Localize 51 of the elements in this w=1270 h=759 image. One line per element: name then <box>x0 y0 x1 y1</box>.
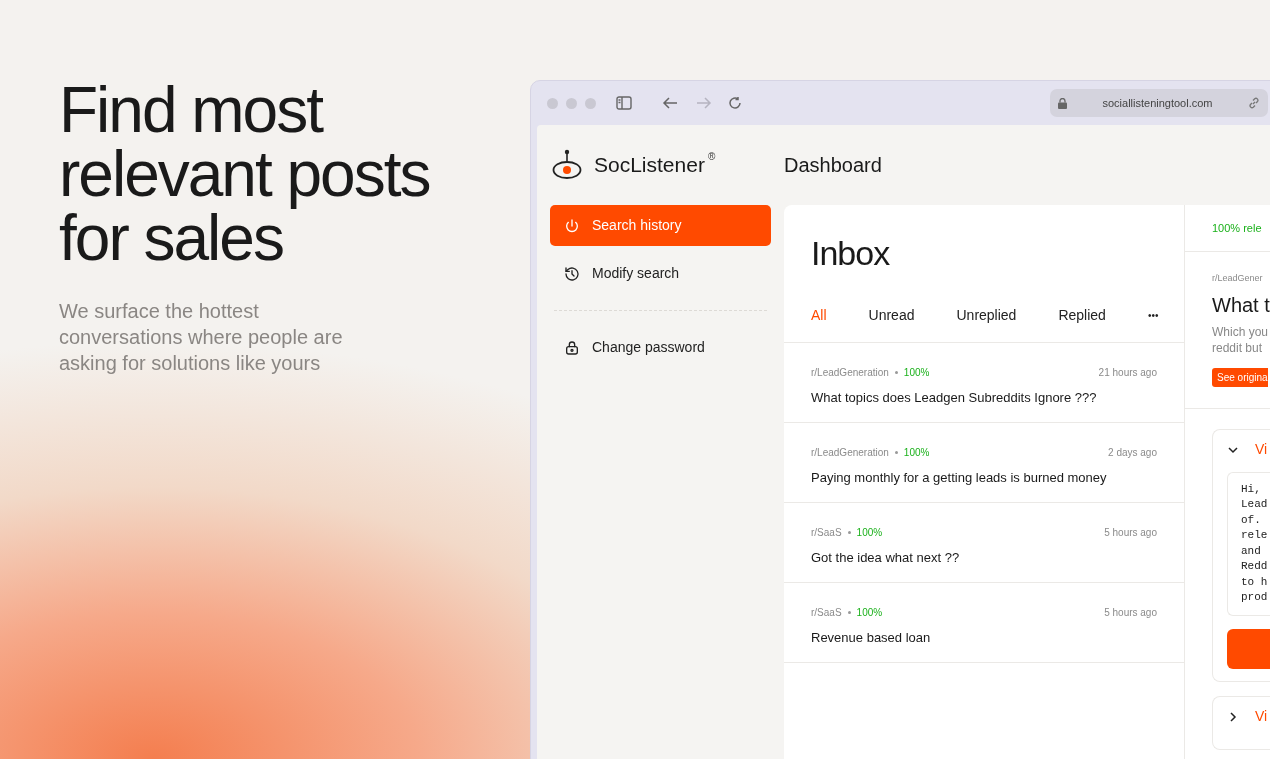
link-icon[interactable] <box>1248 97 1260 109</box>
hero-subtitle: We surface the hottest conversations where people are asking for solutions like yours <box>59 299 344 376</box>
reply-text-box[interactable]: Hi, Lead of. rele and Redd to h prod <box>1227 471 1270 616</box>
post-title: Revenue based loan <box>811 629 932 647</box>
post-heading: What t <box>1212 292 1270 318</box>
filter-tab[interactable]: Unreplied <box>956 305 1017 326</box>
forward-arrow-icon[interactable] <box>696 96 712 110</box>
filter-tab[interactable]: Replied <box>1058 305 1106 326</box>
post-time: 2 days ago <box>1108 446 1157 460</box>
filter-tab[interactable]: Unread <box>868 305 915 326</box>
relevance-score: 100% <box>856 526 883 540</box>
relevance-text: 100% rele <box>1212 220 1262 236</box>
sidebar-item[interactable]: Modify search <box>550 253 771 294</box>
subreddit-label: r/LeadGeneration <box>811 366 889 380</box>
sidebar-item[interactable]: Change password <box>550 327 771 368</box>
subreddit-label: r/LeadGeneration <box>811 446 889 460</box>
brand-name: SocListener <box>594 152 705 179</box>
sidebar-toggle-icon[interactable] <box>616 96 632 110</box>
subreddit-label: r/SaaS <box>811 606 842 620</box>
relevance-score: 100% <box>856 606 883 620</box>
history-icon <box>564 265 580 282</box>
send-button[interactable] <box>1227 628 1270 669</box>
address-bar[interactable]: sociallisteningtool.com <box>1050 89 1268 117</box>
relevance-score: 100% <box>903 366 930 380</box>
post-row[interactable]: r/SaaS 100% 5 hours ago Revenue based loan <box>784 583 1184 663</box>
subreddit-label: r/SaaS <box>811 526 842 540</box>
power-icon <box>564 217 580 234</box>
logo-icon <box>552 149 582 181</box>
post-time: 21 hours ago <box>1098 366 1157 380</box>
post-time: 5 hours ago <box>1104 526 1157 540</box>
post-row[interactable]: r/SaaS 100% 5 hours ago Got the idea what next ?? <box>784 503 1184 583</box>
post-title: What topics does Leadgen Subreddits Ignore ??? <box>811 389 1098 407</box>
subreddit-label: r/LeadGener <box>1212 272 1264 285</box>
back-arrow-icon[interactable] <box>662 96 678 110</box>
relevance-score: 100% <box>903 446 930 460</box>
post-title: Got the idea what next ?? <box>811 549 961 567</box>
page-title: Dashboard <box>784 153 882 178</box>
post-row[interactable]: r/LeadGeneration 100% 2 days ago Paying monthly for a getting leads is burned money <box>784 423 1184 503</box>
inbox-title: Inbox <box>810 233 891 273</box>
post-time: 5 hours ago <box>1104 606 1157 620</box>
post-row[interactable]: r/LeadGeneration 100% 21 hours ago What topics does Leadgen Subreddits Ignore ??? <box>784 343 1184 423</box>
lock-icon <box>1058 97 1067 109</box>
post-title: Paying monthly for a getting leads is burned money <box>811 469 1108 487</box>
url-text: sociallisteningtool.com <box>1101 95 1214 111</box>
hero-title: Find most relevant posts for sales <box>59 78 431 270</box>
chevron-right-icon <box>1227 710 1239 723</box>
post-body: Which you reddit but <box>1212 323 1270 356</box>
reload-icon[interactable] <box>728 96 742 110</box>
lock-icon <box>564 339 580 356</box>
more-button[interactable]: ••• <box>1147 308 1159 323</box>
registered-mark: ® <box>707 150 716 165</box>
